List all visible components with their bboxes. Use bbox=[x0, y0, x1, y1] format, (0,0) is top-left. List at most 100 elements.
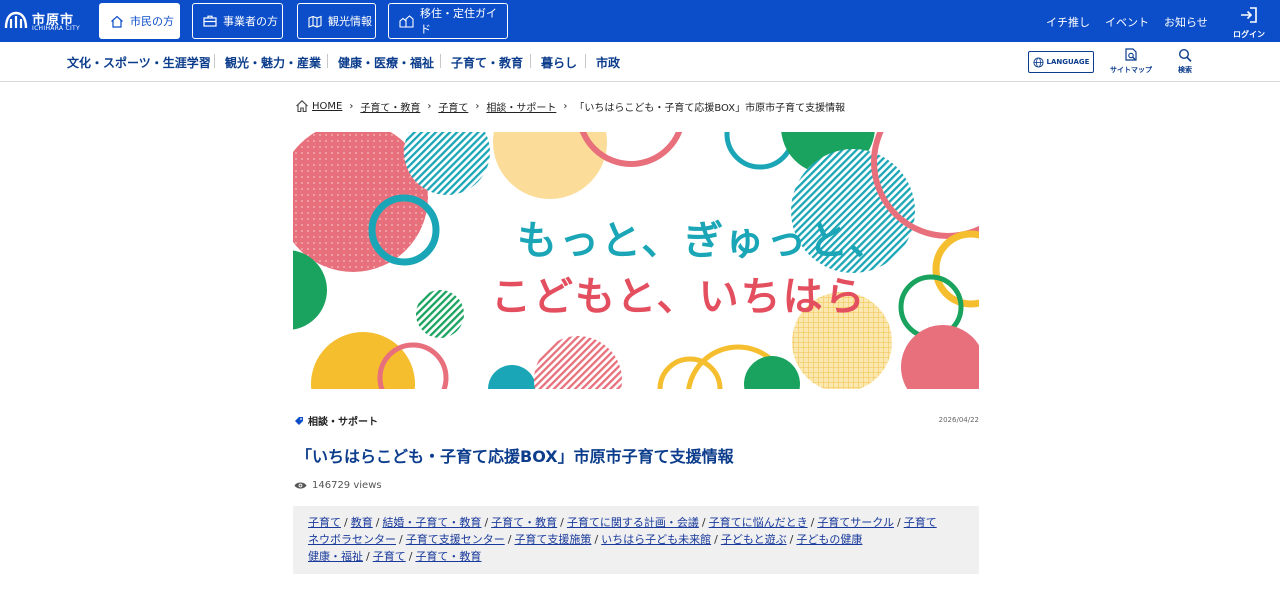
chevron-right-icon: › bbox=[563, 100, 568, 112]
keyword-tag[interactable]: 教育 bbox=[351, 516, 373, 529]
keyword-tag[interactable]: 子育て支援施策 bbox=[514, 533, 591, 546]
keyword-line: 健康・福祉 / 子育て / 子育て・教育 bbox=[308, 548, 965, 565]
sitemap-icon bbox=[1125, 48, 1137, 61]
eye-icon bbox=[294, 482, 307, 489]
town-icon bbox=[399, 14, 414, 28]
keyword-tag[interactable]: 子育て bbox=[904, 516, 937, 529]
nav-city-admin[interactable]: 市政 bbox=[596, 54, 620, 71]
nav-separator bbox=[585, 54, 586, 68]
breadcrumb-childcare[interactable]: 子育て bbox=[438, 99, 468, 114]
home-icon bbox=[111, 15, 123, 28]
login-icon bbox=[1241, 7, 1257, 23]
keyword-tag[interactable]: 子育てサークル bbox=[817, 516, 894, 529]
briefcase-icon bbox=[203, 15, 217, 27]
search-button[interactable]: 検索 bbox=[1171, 48, 1199, 75]
nav-separator bbox=[214, 54, 215, 68]
site-logo[interactable]: 市原市 ICHIHARA CITY bbox=[4, 8, 80, 34]
keyword-tag[interactable]: 子育て・教育 bbox=[491, 516, 557, 529]
view-count-text: 146729 views bbox=[312, 480, 382, 491]
login-label: ログイン bbox=[1233, 30, 1265, 39]
keyword-tag[interactable]: 子どもと遊ぶ bbox=[721, 533, 787, 546]
keyword-tag[interactable]: 子育て bbox=[373, 550, 406, 563]
keyword-tag[interactable]: 健康・福祉 bbox=[308, 550, 363, 563]
link-events[interactable]: イベント bbox=[1105, 14, 1149, 30]
category-label: 相談・サポート bbox=[308, 417, 378, 428]
nav-separator bbox=[530, 54, 531, 68]
tag-separator: / bbox=[484, 516, 489, 529]
search-label: 検索 bbox=[1178, 66, 1192, 74]
tab-citizens[interactable]: 市民の方 bbox=[99, 3, 180, 39]
keyword-line: 子育て / 教育 / 結婚・子育て・教育 / 子育て・教育 / 子育てに関する計画・会議 / 子育て… bbox=[308, 514, 965, 531]
language-button[interactable]: LANGUAGE bbox=[1028, 51, 1094, 73]
tag-separator: / bbox=[714, 533, 718, 546]
tab-businesses[interactable]: 事業者の方 bbox=[192, 3, 283, 39]
tag-icon bbox=[295, 416, 303, 425]
nav-separator bbox=[440, 54, 441, 68]
nav-tourism-industry[interactable]: 観光・魅力・産業 bbox=[225, 54, 321, 71]
tag-separator: / bbox=[896, 516, 901, 529]
nav-culture-sports[interactable]: 文化・スポーツ・生涯学習 bbox=[67, 54, 211, 71]
home-icon bbox=[296, 100, 308, 113]
page-title: 「いちはらこども・子育て応援BOX」市原市子育て支援情報 bbox=[296, 447, 734, 466]
breadcrumb: HOME › 子育て・教育 › 子育て › 相談・サポート › 「いちはらこども… bbox=[295, 97, 845, 115]
hero-headline-line1: もっと、ぎゅっと、 bbox=[517, 218, 891, 264]
keyword-tag[interactable]: いちはら子ども未来館 bbox=[601, 533, 711, 546]
tag-separator: / bbox=[594, 533, 599, 546]
tag-separator: / bbox=[375, 516, 380, 529]
tab-tourism[interactable]: 観光情報 bbox=[297, 3, 376, 39]
tag-separator: / bbox=[408, 550, 413, 563]
nav-health-welfare[interactable]: 健康・医療・福祉 bbox=[338, 54, 434, 71]
keyword-tag[interactable]: ネウボラセンター bbox=[308, 533, 396, 546]
top-bar: 市原市 ICHIHARA CITY 市民の方 事業者の方 観光情報 移住・定住ガ… bbox=[0, 0, 1280, 42]
tab-businesses-label: 事業者の方 bbox=[223, 15, 278, 28]
tag-separator: / bbox=[399, 533, 403, 546]
nav-childcare-education[interactable]: 子育て・教育 bbox=[451, 54, 523, 71]
language-label: LANGUAGE bbox=[1046, 58, 1090, 66]
keyword-tag[interactable]: 子育て・教育 bbox=[415, 550, 481, 563]
keyword-line: ネウボラセンター / 子育て支援センター / 子育て支援施策 / いちはら子ども未来館 / 子ど… bbox=[308, 531, 965, 548]
keyword-tags: 子育て / 教育 / 結婚・子育て・教育 / 子育て・教育 / 子育てに関する計画・会議 / 子育て… bbox=[293, 506, 979, 574]
tag-separator: / bbox=[507, 533, 512, 546]
breadcrumb-childcare-education[interactable]: 子育て・教育 bbox=[360, 99, 420, 114]
nav-separator bbox=[327, 54, 328, 68]
tab-relocation-label: 移住・定住ガイド bbox=[420, 7, 497, 36]
tag-separator: / bbox=[701, 516, 706, 529]
tab-citizens-label: 市民の方 bbox=[130, 15, 174, 28]
view-count: 146729 views bbox=[294, 480, 382, 491]
keyword-tag[interactable]: 子どもの健康 bbox=[796, 533, 862, 546]
link-recommended[interactable]: イチ推し bbox=[1046, 14, 1090, 30]
map-icon bbox=[308, 15, 322, 28]
login-button[interactable]: ログイン bbox=[1232, 6, 1266, 39]
keyword-tag[interactable]: 子育てに関する計画・会議 bbox=[567, 516, 699, 529]
category-tag[interactable]: 相談・サポート bbox=[294, 413, 378, 428]
chevron-right-icon: › bbox=[349, 100, 354, 112]
hero-illustration: もっと、ぎゅっと、 こどもと、いちはら bbox=[293, 132, 979, 389]
breadcrumb-current: 「いちはらこども・子育て応援BOX」市原市子育て支援情報 bbox=[574, 102, 846, 114]
breadcrumb-consultation[interactable]: 相談・サポート bbox=[486, 99, 556, 114]
logo-subtitle: ICHIHARA CITY bbox=[32, 25, 80, 32]
chevron-right-icon: › bbox=[427, 100, 432, 112]
tab-relocation[interactable]: 移住・定住ガイド bbox=[388, 3, 508, 39]
keyword-tag[interactable]: 子育てに悩んだとき bbox=[709, 516, 808, 529]
tag-separator: / bbox=[789, 533, 794, 546]
sitemap-button[interactable]: サイトマップ bbox=[1108, 48, 1154, 75]
keyword-tag[interactable]: 結婚・子育て・教育 bbox=[382, 516, 481, 529]
keyword-tag[interactable]: 子育て bbox=[308, 516, 341, 529]
breadcrumb-home[interactable]: HOME bbox=[312, 101, 342, 112]
sitemap-label: サイトマップ bbox=[1110, 66, 1152, 74]
publish-date: 2026/04/22 bbox=[938, 416, 979, 424]
link-news[interactable]: お知らせ bbox=[1164, 14, 1208, 30]
keyword-tag[interactable]: 子育て支援センター bbox=[406, 533, 505, 546]
chevron-right-icon: › bbox=[475, 100, 480, 112]
globe-icon bbox=[1033, 56, 1044, 68]
nav-living[interactable]: 暮らし bbox=[541, 54, 577, 71]
search-icon bbox=[1178, 48, 1192, 62]
tab-tourism-label: 観光情報 bbox=[328, 15, 372, 28]
tag-separator: / bbox=[810, 516, 815, 529]
city-emblem-icon bbox=[4, 11, 28, 29]
hero-headline-line2: こどもと、いちはら bbox=[491, 274, 867, 320]
hero-banner: もっと、ぎゅっと、 こどもと、いちはら bbox=[293, 132, 979, 389]
tag-separator: / bbox=[344, 516, 348, 529]
tag-separator: / bbox=[366, 550, 370, 563]
category-nav: 文化・スポーツ・生涯学習 観光・魅力・産業 健康・医療・福祉 子育て・教育 暮ら… bbox=[0, 42, 1280, 82]
